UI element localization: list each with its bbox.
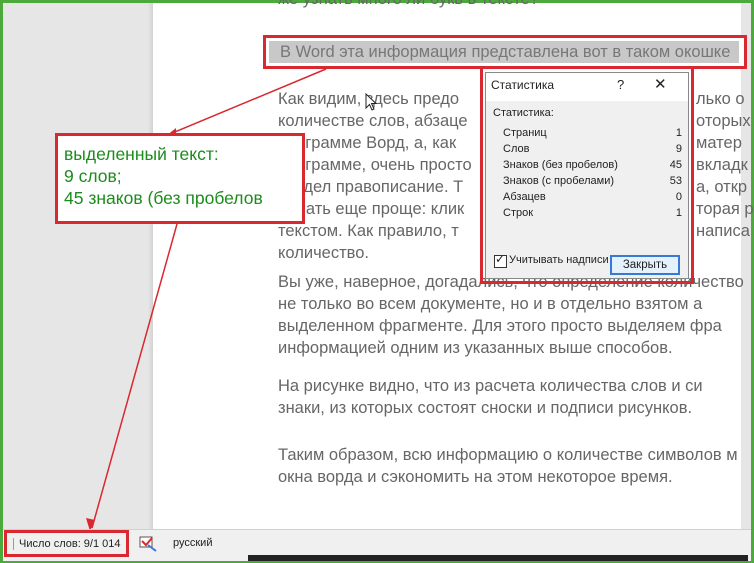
doc-line: окна ворда и сэкономить на этом некоторо… [278,468,673,486]
language-status[interactable]: русский [173,537,212,549]
doc-line-right: оторых [696,112,751,130]
close-icon[interactable]: ✕ [654,75,667,93]
statistics-dialog: Статистика ? ✕ Статистика: Страниц 1 Сло… [485,72,689,279]
stat-value-lines: 1 [675,207,682,219]
selected-text[interactable]: В Word эта информация представлена вот в… [280,41,730,63]
word-count-highlight-box[interactable]: Число слов: 9/1 014 [4,530,129,557]
doc-line-right: матер [696,134,742,152]
stats-header: Статистика: [493,107,554,119]
callout-line-1: выделенный текст: [64,144,219,164]
doc-line: знаки, из которых состоят сноски и подпи… [278,399,693,417]
left-margin-area [3,3,153,529]
doc-line-right: написа [696,222,750,240]
doc-line: выделенном фрагменте. Для этого просто в… [278,317,722,335]
doc-line: На рисунке видно, что из расчета количес… [278,377,703,395]
dialog-title: Статистика [491,78,555,92]
stat-label-pages: Страниц [503,127,547,139]
stat-label-chars-no-spaces: Знаков (без пробелов) [503,159,618,171]
doc-line-top: же узнать много ли букв в тексте? [278,0,539,10]
right-margin-area [741,3,751,529]
doc-line-right: торая р [696,200,754,218]
close-button[interactable]: Закрыть [610,255,680,275]
stat-label-paragraphs: Абзацев [503,191,546,203]
doc-line: количество. [278,244,369,262]
stat-value-words: 9 [675,143,682,155]
doc-line: количестве слов, абзаце [278,112,468,130]
doc-line: делать еще проще: клик [278,200,465,218]
stat-value-paragraphs: 0 [675,191,682,203]
stat-value-pages: 1 [675,127,682,139]
stat-value-chars-no-spaces: 45 [669,159,682,171]
stat-value-chars-with-spaces: 53 [669,175,682,187]
proofing-icon[interactable] [138,535,160,553]
doc-line: раздел правописание. Т [278,178,464,196]
doc-line: информацией одним из указанных выше спос… [278,339,673,357]
callout-line-3: 45 знаков (без пробелов [64,188,263,208]
annotation-callout: выделенный текст: 9 слов; 45 знаков (без… [55,133,305,224]
help-button[interactable]: ? [617,77,624,92]
callout-line-2: 9 слов; [64,166,122,186]
dialog-body: Статистика: Страниц 1 Слов 9 Знаков (без… [486,101,688,278]
doc-line: Таким образом, всю информацию о количест… [278,446,738,464]
check-icon: ✓ [495,252,506,266]
status-bar-edge [248,555,748,561]
mouse-cursor-icon [365,93,377,111]
doc-line: не только во всем документе, но и в отде… [278,295,703,313]
doc-line-right: лько о [696,90,745,108]
word-count-status[interactable]: Число слов: 9/1 014 [13,538,121,550]
selected-text-highlight-box: В Word эта информация представлена вот в… [263,35,747,69]
stat-label-lines: Строк [503,207,534,219]
doc-line: программе, очень просто [278,156,472,174]
stat-label-words: Слов [503,143,530,155]
doc-line-right: вкладк [696,156,748,174]
stat-label-chars-with-spaces: Знаков (с пробелами) [503,175,615,187]
doc-line-right: а, откр [696,178,748,196]
doc-line: текстом. Как правило, т [278,222,459,240]
